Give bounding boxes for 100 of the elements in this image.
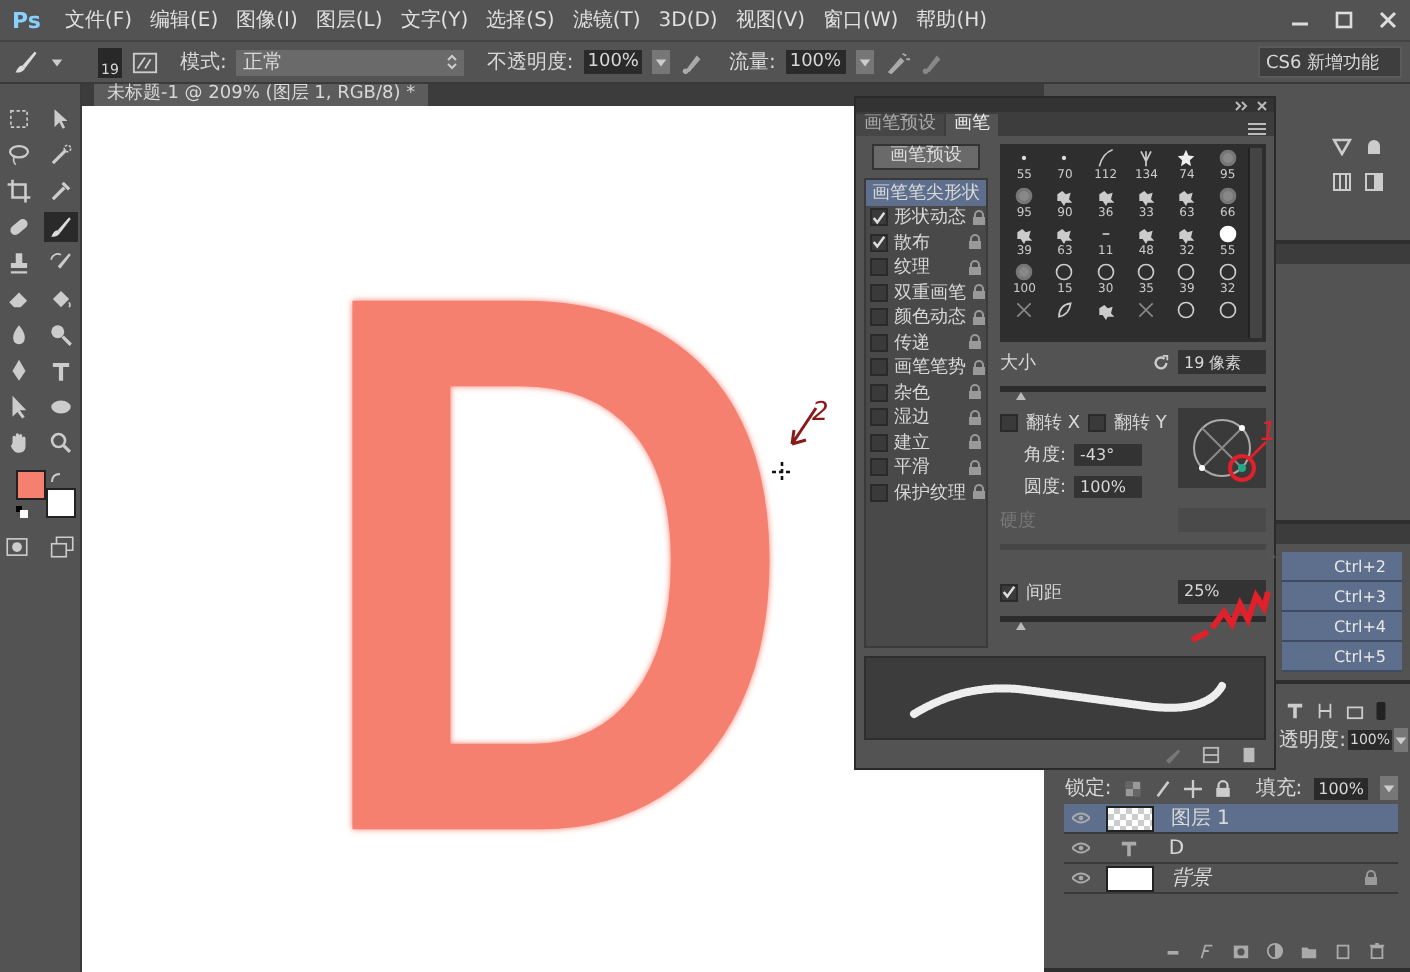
option-label[interactable]: 杂色 bbox=[894, 379, 962, 406]
caret-icon[interactable] bbox=[1382, 781, 1396, 795]
lock-pixels-icon[interactable] bbox=[1123, 779, 1142, 797]
checkbox[interactable] bbox=[870, 258, 888, 277]
option-label[interactable]: 颜色动态 bbox=[894, 304, 966, 331]
splatter-brush-icon[interactable] bbox=[1136, 224, 1157, 244]
checkbox[interactable] bbox=[870, 208, 888, 227]
menu-item[interactable]: 窗口(W) bbox=[822, 6, 899, 34]
ring-brush-icon[interactable] bbox=[1217, 262, 1238, 282]
size-field[interactable]: 19 像素 bbox=[1178, 350, 1266, 374]
stroke-brush-icon[interactable] bbox=[1095, 148, 1116, 168]
text-filter-icon[interactable] bbox=[1286, 701, 1304, 719]
splatter-brush-icon[interactable] bbox=[1176, 186, 1197, 206]
menu-item[interactable]: 文字(Y) bbox=[400, 6, 469, 34]
checkbox[interactable] bbox=[870, 408, 888, 427]
menu-item[interactable]: 帮助(H) bbox=[916, 6, 988, 34]
workspace-dropdown[interactable]: CS6 新增功能 bbox=[1258, 46, 1402, 78]
mask-icon[interactable] bbox=[1232, 942, 1250, 960]
gradient-map-icon[interactable] bbox=[1364, 172, 1384, 192]
layer-row[interactable]: 背景 bbox=[1064, 864, 1398, 894]
leaf-brush-icon[interactable] bbox=[1054, 300, 1075, 320]
brush-presets-button[interactable]: 画笔预设 bbox=[872, 144, 980, 170]
option-label[interactable]: 传递 bbox=[894, 329, 962, 356]
caret-icon[interactable] bbox=[50, 55, 64, 69]
airbrush-icon[interactable] bbox=[883, 49, 910, 75]
ring-brush-icon[interactable] bbox=[1176, 300, 1197, 320]
menu-item[interactable]: 3D(D) bbox=[658, 9, 718, 31]
checkbox[interactable] bbox=[870, 308, 888, 327]
channel-row[interactable]: Ctrl+2 bbox=[1282, 552, 1402, 582]
channel-row[interactable]: Ctrl+4 bbox=[1282, 612, 1402, 642]
splatter-brush-icon[interactable] bbox=[1054, 186, 1075, 206]
splatter-brush-icon[interactable] bbox=[1136, 186, 1157, 206]
splatter-brush-icon[interactable] bbox=[1095, 186, 1116, 206]
grid-view-icon[interactable] bbox=[1202, 745, 1220, 763]
checkbox[interactable] bbox=[1000, 413, 1018, 431]
option-label[interactable]: 散布 bbox=[894, 229, 962, 256]
menu-icon[interactable] bbox=[1248, 122, 1266, 136]
menu-item[interactable]: 图层(L) bbox=[315, 6, 383, 34]
grid-icon[interactable] bbox=[1332, 172, 1352, 192]
ring-brush-icon[interactable] bbox=[1054, 262, 1075, 282]
soft-brush-icon[interactable] bbox=[1014, 262, 1035, 282]
splatter-brush-icon[interactable] bbox=[1054, 224, 1075, 244]
soft-brush-icon[interactable] bbox=[1217, 186, 1238, 206]
spacing-label[interactable]: 间距 bbox=[1026, 579, 1062, 605]
move-icon[interactable] bbox=[1183, 779, 1202, 797]
brush-icon[interactable] bbox=[12, 48, 40, 76]
cross-brush-icon[interactable] bbox=[1136, 300, 1157, 320]
layer-row[interactable]: D bbox=[1064, 834, 1398, 864]
new-layer-icon[interactable] bbox=[1334, 942, 1352, 960]
option-label[interactable]: 平滑 bbox=[894, 454, 962, 481]
menu-item[interactable]: 文件(F) bbox=[64, 6, 132, 34]
adjustment-icon[interactable] bbox=[1266, 942, 1284, 960]
option-label[interactable]: 纹理 bbox=[894, 254, 962, 281]
flow-dropdown-button[interactable] bbox=[855, 50, 874, 74]
foreground-color-swatch[interactable] bbox=[16, 470, 47, 500]
cross-brush-icon[interactable] bbox=[1014, 300, 1035, 320]
channel-row[interactable]: Ctrl+5 bbox=[1282, 642, 1402, 672]
opacity-field[interactable]: 100% bbox=[583, 50, 643, 74]
close-icon[interactable] bbox=[1378, 10, 1398, 30]
option-label[interactable]: 形状动态 bbox=[894, 204, 966, 231]
lock-paint-icon[interactable] bbox=[1153, 779, 1172, 797]
option-label[interactable]: 保护纹理 bbox=[894, 479, 966, 506]
menu-item[interactable]: 图像(I) bbox=[236, 6, 298, 34]
document-tab[interactable]: 未标题-1 @ 209% (图层 1, RGB/8) * bbox=[94, 84, 428, 106]
swap-colors-icon[interactable] bbox=[50, 472, 63, 484]
flip-label[interactable]: 翻转 Y bbox=[1114, 409, 1167, 435]
trash-icon[interactable] bbox=[1368, 942, 1386, 960]
checkbox[interactable] bbox=[870, 458, 888, 477]
background-color-swatch[interactable] bbox=[46, 488, 77, 518]
angle-field[interactable]: -43° bbox=[1074, 443, 1143, 465]
caret-icon[interactable] bbox=[1394, 733, 1408, 747]
panel-tab[interactable]: 画笔 bbox=[946, 114, 998, 136]
list-item[interactable]: 画笔笔尖形状 bbox=[866, 180, 986, 205]
brush-icon[interactable] bbox=[44, 212, 79, 242]
checkbox[interactable] bbox=[870, 483, 888, 502]
eye-icon[interactable] bbox=[1072, 842, 1091, 854]
menu-item[interactable]: 视图(V) bbox=[735, 6, 805, 34]
collapse-icon[interactable] bbox=[1234, 99, 1250, 111]
caret-icon[interactable] bbox=[857, 55, 872, 69]
smart-object-filter-icon[interactable] bbox=[1346, 701, 1364, 719]
checkbox[interactable] bbox=[1088, 413, 1107, 431]
option-label[interactable]: 湿边 bbox=[894, 404, 962, 431]
checkbox[interactable] bbox=[1000, 583, 1018, 601]
new-preset-icon[interactable] bbox=[1240, 745, 1258, 763]
slider-thumb[interactable] bbox=[1015, 622, 1026, 630]
ring-brush-icon[interactable] bbox=[1136, 262, 1157, 282]
ring-brush-icon[interactable] bbox=[1095, 262, 1116, 282]
shape-filter-icon[interactable] bbox=[1316, 701, 1334, 719]
panel-tab[interactable]: 画笔预设 bbox=[856, 114, 944, 136]
grass-brush-icon[interactable] bbox=[1136, 148, 1157, 168]
mode-dropdown[interactable]: 正常 bbox=[236, 49, 465, 75]
roundness-field[interactable]: 100% bbox=[1074, 475, 1143, 497]
layer-row[interactable]: 图层 1 bbox=[1064, 804, 1398, 834]
fill-field[interactable]: 100% bbox=[1314, 777, 1368, 799]
caret-icon[interactable] bbox=[654, 55, 669, 69]
splatter-brush-icon[interactable] bbox=[1014, 224, 1035, 244]
maximize-icon[interactable] bbox=[1334, 10, 1354, 30]
channel-row[interactable]: Ctrl+3 bbox=[1282, 582, 1402, 612]
opacity-dropdown-button[interactable] bbox=[652, 50, 671, 74]
triangle-icon[interactable] bbox=[1332, 136, 1352, 156]
